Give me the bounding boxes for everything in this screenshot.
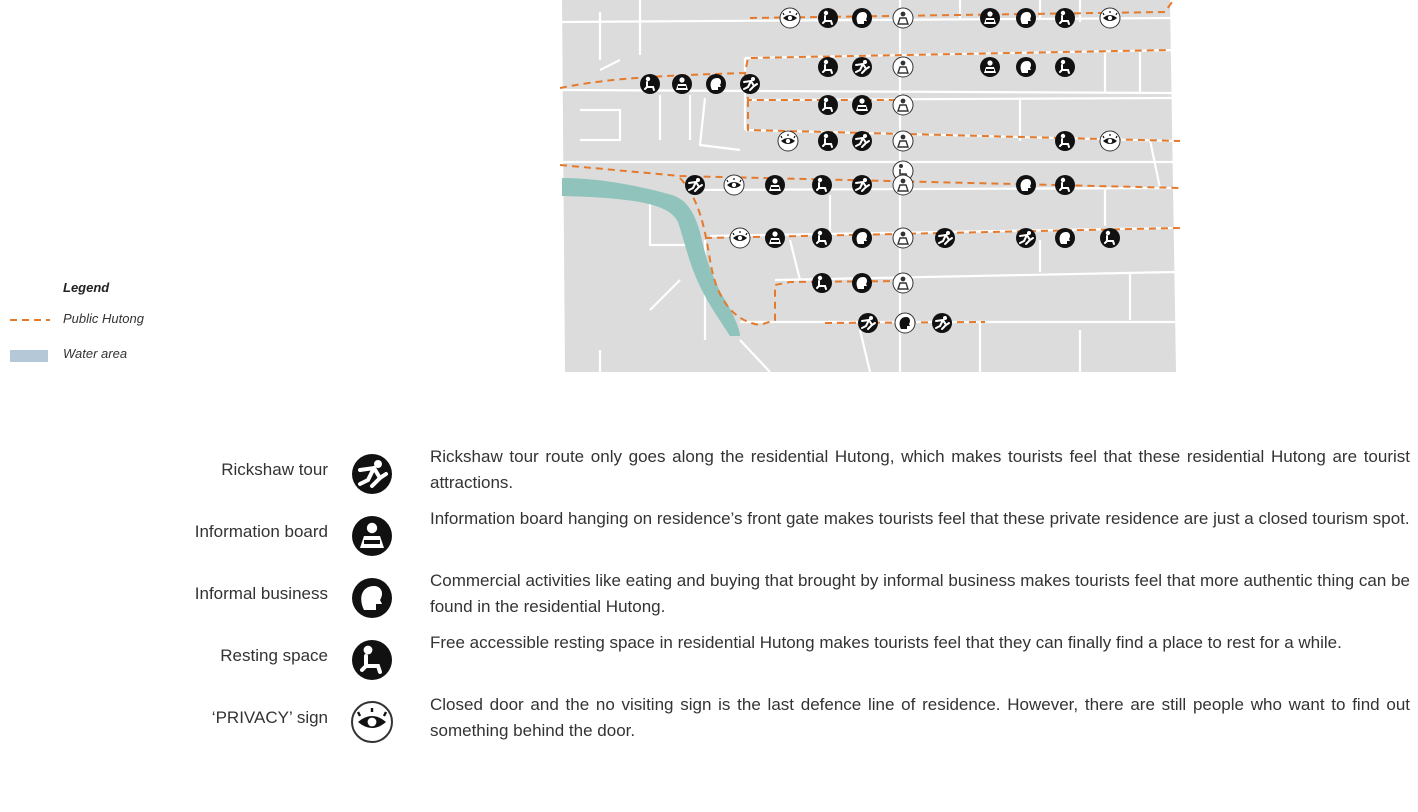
- legend-label: Water area: [63, 346, 128, 361]
- map-marker-resting: [1099, 227, 1121, 249]
- key-row-information-board: Information board Information board hang…: [0, 502, 1418, 562]
- rickshaw-icon: [350, 452, 394, 496]
- key-row-privacy-sign: ‘PRIVACY’ sign Closed door and the no vi…: [0, 688, 1418, 748]
- map-marker-info: [672, 74, 692, 94]
- key-name: Informal business: [194, 584, 328, 603]
- map-marker-resting: [811, 227, 833, 249]
- legend-label: Public Hutong: [63, 311, 144, 326]
- map-marker-info: [852, 95, 872, 115]
- map-marker-resting: [1054, 56, 1076, 78]
- legend-item-water-area: Water area: [8, 345, 208, 365]
- map-marker-info: [892, 7, 914, 29]
- key-row-resting-space: Resting space Free accessible resting sp…: [0, 626, 1418, 686]
- map-marker-privacy: [777, 130, 799, 152]
- key-description: Free accessible resting space in residen…: [430, 633, 1342, 652]
- map-marker-resting: [817, 94, 839, 116]
- map-marker-business: [852, 8, 872, 28]
- map-marker-privacy: [723, 174, 745, 196]
- map-marker-business: [1016, 8, 1036, 28]
- map-marker-resting: [817, 7, 839, 29]
- map-marker-business: [706, 74, 726, 94]
- map-marker-rickshaw: [931, 312, 953, 334]
- map-marker-privacy: [1099, 7, 1121, 29]
- map-marker-resting: [1054, 174, 1076, 196]
- map-marker-business: [852, 273, 872, 293]
- key-description: Information board hanging on residence’s…: [430, 509, 1410, 528]
- map-marker-rickshaw: [851, 174, 873, 196]
- map-marker-rickshaw: [851, 130, 873, 152]
- key-name: ‘PRIVACY’ sign: [211, 708, 328, 727]
- map-marker-resting: [1054, 130, 1076, 152]
- map-marker-rickshaw: [684, 174, 706, 196]
- map-marker-info: [892, 272, 914, 294]
- map-marker-privacy: [1099, 130, 1121, 152]
- map-marker-info: [980, 57, 1000, 77]
- map-marker-info: [765, 228, 785, 248]
- map-marker-info: [980, 8, 1000, 28]
- map-marker-info: [892, 94, 914, 116]
- map-marker-info: [892, 174, 914, 196]
- map-marker-rickshaw: [739, 73, 761, 95]
- map-marker-info: [892, 227, 914, 249]
- map-marker-resting: [817, 130, 839, 152]
- map-marker-resting: [811, 272, 833, 294]
- key-row-rickshaw: Rickshaw tour Rickshaw tour route only g…: [0, 440, 1418, 500]
- key-description: Commercial activities like eating and bu…: [430, 571, 1410, 616]
- map-marker-business: [1055, 228, 1075, 248]
- map-marker-privacy: [729, 227, 751, 249]
- map-marker-business: [1016, 175, 1036, 195]
- map-marker-info: [892, 130, 914, 152]
- map-marker-privacy: [779, 7, 801, 29]
- map-marker-resting: [817, 56, 839, 78]
- map-marker-rickshaw: [851, 56, 873, 78]
- map-marker-rickshaw: [934, 227, 956, 249]
- map-marker-resting: [1054, 7, 1076, 29]
- map-marker-business: [894, 312, 916, 334]
- map-marker-business: [1016, 57, 1036, 77]
- hutong-map: [0, 0, 1418, 400]
- key-name: Rickshaw tour: [221, 460, 328, 479]
- map-marker-rickshaw: [1015, 227, 1037, 249]
- map-marker-info: [892, 56, 914, 78]
- route-line-icon: [10, 319, 50, 321]
- information-board-icon: [352, 516, 392, 556]
- key-name: Information board: [194, 522, 328, 541]
- key-row-informal-business: Informal business Commercial activities …: [0, 564, 1418, 624]
- informal-business-icon: [352, 578, 392, 618]
- map-marker-rickshaw: [857, 312, 879, 334]
- map-marker-info: [765, 175, 785, 195]
- map-marker-resting: [811, 174, 833, 196]
- resting-space-icon: [350, 638, 394, 682]
- legend-title: Legend: [63, 280, 110, 295]
- key-description: Rickshaw tour route only goes along the …: [430, 447, 1410, 492]
- key-description: Closed door and the no visiting sign is …: [430, 695, 1410, 740]
- water-swatch-icon: [10, 350, 48, 362]
- map-canvas: [559, 0, 1181, 373]
- map-marker-business: [852, 228, 872, 248]
- key-name: Resting space: [220, 646, 328, 665]
- map-marker-resting: [639, 73, 661, 95]
- legend-item-public-hutong: Public Hutong: [8, 310, 208, 330]
- privacy-sign-icon: [350, 700, 394, 744]
